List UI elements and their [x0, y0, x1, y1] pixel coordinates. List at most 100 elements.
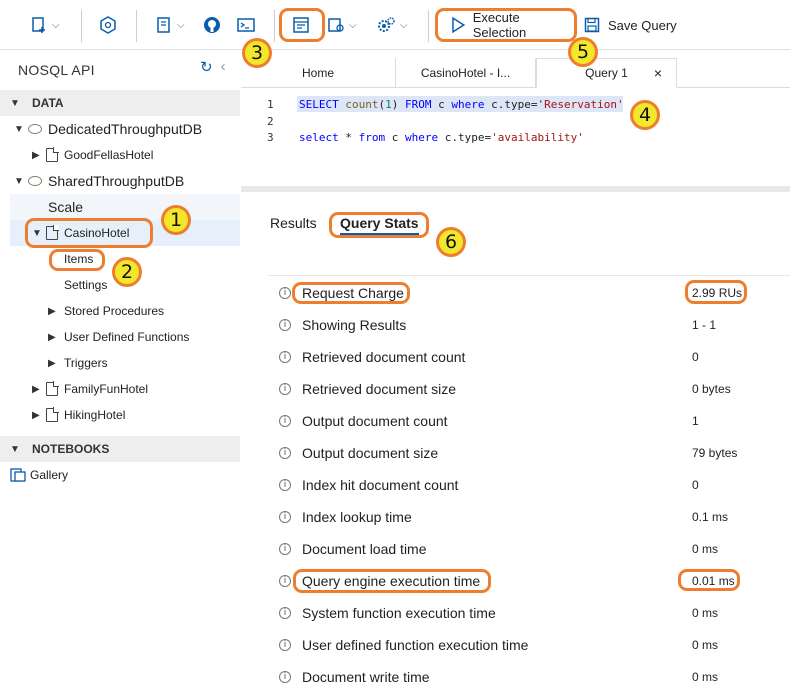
stat-row: i Retrieved document count 0: [268, 341, 790, 373]
tree-label: Stored Procedures: [64, 304, 165, 318]
stat-value: 0: [692, 350, 699, 364]
toolbar-divider: [81, 10, 82, 42]
keyword: SELECT: [299, 98, 339, 111]
tab-query-1[interactable]: Query 1 ×: [536, 58, 677, 88]
tree-triggers[interactable]: ▶ Triggers: [48, 351, 108, 375]
save-query-label: Save Query: [608, 17, 677, 33]
info-icon[interactable]: i: [279, 383, 291, 395]
identifier: *: [338, 131, 359, 144]
tree-container-family[interactable]: ▶ FamilyFunHotel: [32, 377, 148, 401]
stat-row: i Output document size 79 bytes: [268, 437, 790, 469]
refresh-icon[interactable]: ↻: [200, 58, 213, 76]
execute-selection-button[interactable]: Execute Selection: [437, 9, 575, 41]
caret-down-icon: ▼: [14, 123, 24, 135]
stat-name: Index lookup time: [302, 509, 412, 525]
info-icon[interactable]: i: [279, 671, 291, 683]
identifier: c: [385, 131, 405, 144]
cosmos-button[interactable]: [99, 12, 117, 38]
info-icon[interactable]: i: [279, 639, 291, 651]
scale-row-bg: [10, 194, 240, 220]
gallery-icon: [10, 468, 26, 482]
info-icon[interactable]: i: [279, 447, 291, 459]
stat-value: 0 ms: [692, 638, 719, 652]
query-editor[interactable]: 1 2 3 SELECT count(1) FROM c where c.typ…: [241, 90, 790, 185]
tree-label: GoodFellasHotel: [64, 148, 154, 162]
editor-results-splitter[interactable]: [241, 186, 790, 192]
chevron-down-icon: ⌵: [400, 19, 408, 31]
tab-query-stats[interactable]: Query Stats: [340, 215, 419, 235]
info-icon[interactable]: i: [279, 511, 291, 523]
tab-results[interactable]: Results: [270, 215, 317, 231]
settings-button[interactable]: ⌵: [376, 12, 408, 38]
stat-value: 0.1 ms: [692, 510, 729, 524]
toolbar-divider: [428, 10, 429, 42]
collapse-icon[interactable]: ‹: [221, 58, 226, 76]
stat-row: i Query engine execution time 0.01 ms: [268, 565, 790, 597]
tree-stored-procedures[interactable]: ▶ Stored Procedures: [48, 299, 164, 323]
stat-row: i Document load time 0 ms: [268, 533, 790, 565]
stat-row: i Index hit document count 0: [268, 469, 790, 501]
github-icon: [204, 17, 220, 33]
info-icon[interactable]: i: [279, 415, 291, 427]
stat-value: 2.99 RUs: [692, 286, 743, 300]
database-icon: [28, 124, 42, 134]
tree-db-shared[interactable]: ▼ SharedThroughputDB: [14, 169, 184, 193]
string-token: 'availability': [491, 131, 584, 144]
info-icon[interactable]: i: [279, 319, 291, 331]
tree-udf[interactable]: ▶ User Defined Functions: [48, 325, 189, 349]
caret-down-icon: ▼: [10, 443, 20, 455]
keyword: from: [358, 131, 386, 144]
container-icon: [46, 225, 59, 240]
info-icon[interactable]: i: [279, 479, 291, 491]
save-icon: [584, 17, 600, 33]
tree-label: FamilyFunHotel: [64, 382, 149, 396]
hexagon-icon: [100, 16, 116, 34]
notebooks-section-label: NOTEBOOKS: [32, 442, 110, 456]
callout-badge-1: 1: [161, 205, 191, 235]
tree-container-goodfellas[interactable]: ▶ GoodFellasHotel: [32, 143, 153, 167]
tab-casino-items[interactable]: CasinoHotel - I...: [396, 58, 536, 88]
keyword: where: [405, 131, 439, 144]
tree-items[interactable]: Items: [64, 247, 93, 271]
toolbar: ⌵ ⌵ ⌵ ⌵ Execute Selection Save Query: [0, 0, 790, 50]
tree-label: Scale: [48, 199, 84, 215]
tree-container-casino[interactable]: ▼ CasinoHotel: [32, 221, 129, 245]
caret-down-icon: ▼: [10, 97, 20, 109]
info-icon[interactable]: i: [279, 351, 291, 363]
new-notebook-button[interactable]: ⌵: [155, 12, 185, 38]
info-icon[interactable]: i: [279, 575, 291, 587]
query-stats-table: i Request Charge 2.99 RUs i Showing Results…: [268, 275, 790, 685]
new-container-button[interactable]: ⌵: [30, 12, 60, 38]
stat-value: 0 ms: [692, 670, 719, 684]
github-button[interactable]: [203, 12, 221, 38]
caret-right-icon: ▶: [48, 305, 56, 317]
caret-right-icon: ▶: [32, 149, 40, 161]
data-section-header[interactable]: ▼ DATA: [0, 90, 240, 116]
tree-label: Items: [64, 252, 94, 266]
code-line-1: SELECT count(1) FROM c where c.type='Res…: [299, 98, 624, 111]
tree-scale[interactable]: Scale: [48, 195, 83, 219]
number-token: 1: [385, 98, 392, 111]
info-icon[interactable]: i: [279, 607, 291, 619]
terminal-button[interactable]: [237, 12, 255, 38]
callout-badge-6: 6: [436, 227, 466, 257]
tree-gallery[interactable]: Gallery: [10, 463, 68, 487]
tree-label: CasinoHotel: [64, 226, 130, 240]
caret-right-icon: ▶: [48, 357, 56, 369]
execute-selection-label: Execute Selection: [472, 10, 527, 40]
tab-label: CasinoHotel - I...: [420, 66, 511, 80]
string-token: 'Reservation': [537, 98, 624, 111]
notebooks-section-header[interactable]: ▼ NOTEBOOKS: [0, 436, 240, 462]
new-query-button[interactable]: [292, 12, 310, 38]
tree-container-hiking[interactable]: ▶ HikingHotel: [32, 403, 125, 427]
tree-settings[interactable]: Settings: [64, 273, 107, 297]
save-query-button[interactable]: Save Query: [584, 12, 677, 38]
info-icon[interactable]: i: [279, 287, 291, 299]
tree-db-dedicated[interactable]: ▼ DedicatedThroughputDB: [14, 117, 202, 141]
editor-tabs: Home CasinoHotel - I... Query 1 ×: [241, 58, 790, 88]
info-icon[interactable]: i: [279, 543, 291, 555]
stat-name: Retrieved document count: [302, 349, 466, 365]
open-query-button[interactable]: ⌵: [327, 12, 357, 38]
stat-name: Index hit document count: [302, 477, 459, 493]
close-icon[interactable]: ×: [654, 65, 662, 81]
